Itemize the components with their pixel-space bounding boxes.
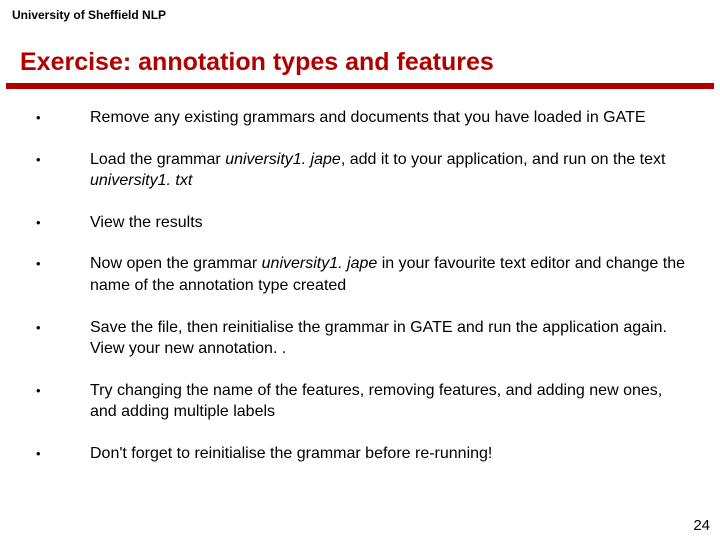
bullet-icon: • xyxy=(34,212,90,232)
bullet-icon: • xyxy=(34,149,90,169)
bullet-icon: • xyxy=(34,107,90,127)
list-item: • Now open the grammar university1. jape… xyxy=(34,253,686,296)
slide-body: • Remove any existing grammars and docum… xyxy=(0,89,720,465)
list-item: • Remove any existing grammars and docum… xyxy=(34,107,686,129)
bullet-icon: • xyxy=(34,253,90,273)
page-number: 24 xyxy=(693,517,710,534)
filename: university1. jape xyxy=(225,151,341,168)
slide-title: Exercise: annotation types and features xyxy=(0,22,720,83)
bullet-icon: • xyxy=(34,317,90,337)
bullet-text: Remove any existing grammars and documen… xyxy=(90,107,686,129)
bullet-text: Try changing the name of the features, r… xyxy=(90,380,686,423)
bullet-text: View the results xyxy=(90,212,686,234)
bullet-icon: • xyxy=(34,380,90,400)
bullet-text: Save the file, then reinitialise the gra… xyxy=(90,317,686,360)
bullet-text: Now open the grammar university1. jape i… xyxy=(90,253,686,296)
list-item: • Don't forget to reinitialise the gramm… xyxy=(34,443,686,465)
list-item: • Load the grammar university1. jape, ad… xyxy=(34,149,686,192)
list-item: • Save the file, then reinitialise the g… xyxy=(34,317,686,360)
filename: university1. jape xyxy=(262,255,378,272)
text-run: , add it to your application, and run on… xyxy=(341,151,666,168)
header-org: University of Sheffield NLP xyxy=(0,0,720,22)
text-run: Now open the grammar xyxy=(90,255,262,272)
list-item: • View the results xyxy=(34,212,686,234)
bullet-icon: • xyxy=(34,443,90,463)
bullet-text: Don't forget to reinitialise the grammar… xyxy=(90,443,686,465)
list-item: • Try changing the name of the features,… xyxy=(34,380,686,423)
text-run: Load the grammar xyxy=(90,151,225,168)
bullet-text: Load the grammar university1. jape, add … xyxy=(90,149,686,192)
filename: university1. txt xyxy=(90,172,192,189)
